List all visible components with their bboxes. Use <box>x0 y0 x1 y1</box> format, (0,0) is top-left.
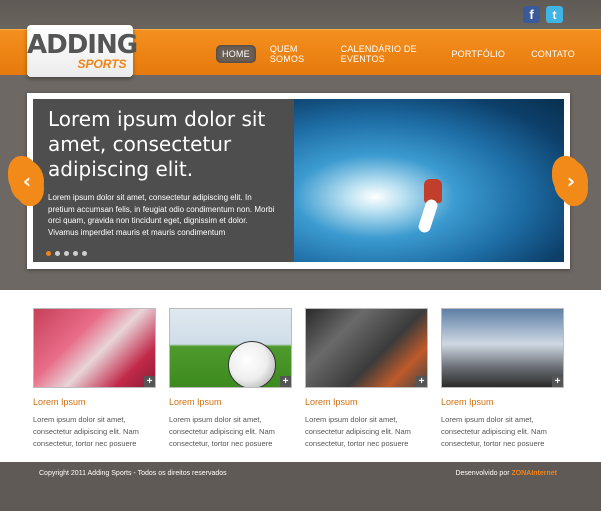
developer-link[interactable]: ZONAInternet <box>512 470 558 477</box>
hero-slider: Lorem ipsum dolor sit amet, consectetur … <box>27 93 570 269</box>
site-footer: Copyright 2011 Adding Sports - Todos os … <box>0 462 601 511</box>
logo-subtitle: SPORTS <box>77 57 127 71</box>
slider-pagination <box>46 251 87 256</box>
facebook-icon[interactable]: f <box>523 6 540 23</box>
card-image-soccer[interactable]: + <box>169 308 292 388</box>
nav-item-calendario[interactable]: CALENDÁRIO DE EVENTOS <box>341 44 426 64</box>
soccer-ball-shape <box>228 341 276 387</box>
slide-image-surfer <box>294 99 564 262</box>
nav-item-home[interactable]: HOME <box>216 45 256 63</box>
card-image-basketball[interactable]: + <box>305 308 428 388</box>
card-image-cycling[interactable]: + <box>33 308 156 388</box>
feature-card: + Lorem Ipsum Lorem ipsum dolor sit amet… <box>441 308 564 450</box>
slider-dot-2[interactable] <box>55 251 60 256</box>
slide-body: Lorem ipsum dolor sit amet, consectetur … <box>48 193 275 237</box>
surfboard-shape <box>417 197 439 235</box>
card-text: Lorem ipsum dolor sit amet, consectetur … <box>305 415 411 448</box>
card-title[interactable]: Lorem Ipsum <box>441 397 564 407</box>
feature-card: + Lorem Ipsum Lorem ipsum dolor sit amet… <box>305 308 428 450</box>
nav-item-contato[interactable]: CONTATO <box>531 49 575 59</box>
expand-icon[interactable]: + <box>416 376 427 387</box>
slider-prev-button[interactable]: ‹ <box>10 160 44 202</box>
slider-dot-5[interactable] <box>82 251 87 256</box>
card-text: Lorem ipsum dolor sit amet, consectetur … <box>33 415 139 448</box>
card-title[interactable]: Lorem Ipsum <box>305 397 428 407</box>
card-text: Lorem ipsum dolor sit amet, consectetur … <box>441 415 547 448</box>
feature-card: + Lorem Ipsum Lorem ipsum dolor sit amet… <box>33 308 156 450</box>
developer-label: Desenvolvido por <box>455 470 510 477</box>
site-logo[interactable]: ADDING SPORTS <box>27 25 138 77</box>
main-menu: HOME QUEM SOMOS CALENDÁRIO DE EVENTOS PO… <box>216 44 601 64</box>
developer-credit: Desenvolvido por ZONAInternet <box>455 470 557 477</box>
nav-item-quem-somos[interactable]: QUEM SOMOS <box>270 44 315 64</box>
twitter-icon[interactable]: t <box>546 6 563 23</box>
nav-item-portfolio[interactable]: PORTFÓLIO <box>451 49 505 59</box>
slide-title: Lorem ipsum dolor sit amet, consectetur … <box>48 107 266 181</box>
card-title[interactable]: Lorem Ipsum <box>169 397 292 407</box>
feature-card: + Lorem Ipsum Lorem ipsum dolor sit amet… <box>169 308 292 450</box>
slider-dot-4[interactable] <box>73 251 78 256</box>
card-text: Lorem ipsum dolor sit amet, consectetur … <box>169 415 275 448</box>
slider-next-button[interactable]: › <box>554 160 588 202</box>
slide-caption-panel: Lorem ipsum dolor sit amet, consectetur … <box>33 99 294 262</box>
social-links: f t <box>523 6 563 23</box>
expand-icon[interactable]: + <box>144 376 155 387</box>
expand-icon[interactable]: + <box>280 376 291 387</box>
slider-dot-1[interactable] <box>46 251 51 256</box>
logo-wordmark: ADDING <box>27 30 138 60</box>
copyright-text: Copyright 2011 Adding Sports - Todos os … <box>39 470 227 477</box>
slider-dot-3[interactable] <box>64 251 69 256</box>
card-image-surfers[interactable]: + <box>441 308 564 388</box>
featured-content: + Lorem Ipsum Lorem ipsum dolor sit amet… <box>0 290 601 462</box>
card-title[interactable]: Lorem Ipsum <box>33 397 156 407</box>
expand-icon[interactable]: + <box>552 376 563 387</box>
